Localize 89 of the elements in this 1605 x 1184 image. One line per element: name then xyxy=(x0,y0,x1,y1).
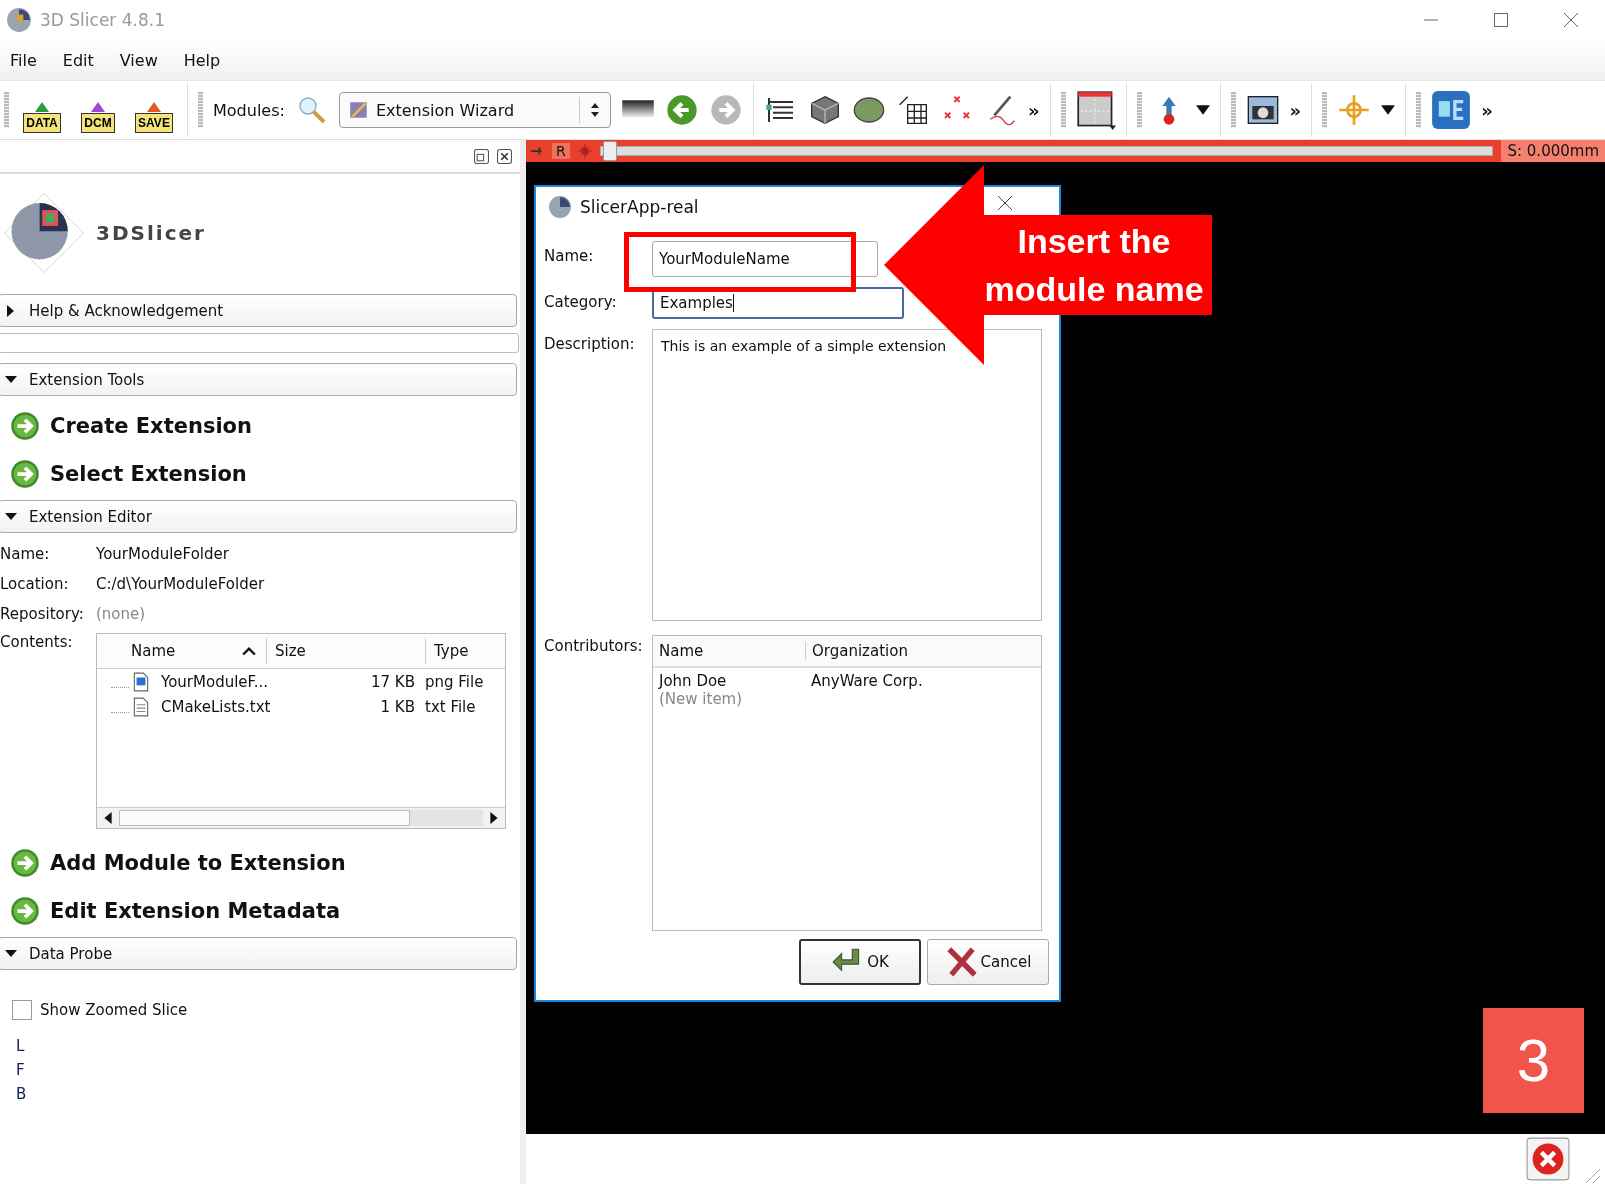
slice-slider-thumb[interactable] xyxy=(602,141,617,161)
orientation-label[interactable]: R xyxy=(552,143,570,159)
layout-icon[interactable] xyxy=(1075,90,1116,130)
probe-label: L xyxy=(16,1036,26,1056)
arrow-icon xyxy=(10,411,40,441)
camera-icon[interactable] xyxy=(1245,94,1280,126)
arrow-icon xyxy=(10,848,40,878)
column-header[interactable]: Type xyxy=(426,638,505,664)
field-value: YourModuleFolder xyxy=(96,545,229,563)
arrow-icon xyxy=(10,459,40,489)
more-tools-button[interactable]: » xyxy=(1481,99,1493,121)
app-logo-icon xyxy=(548,195,572,219)
spin-arrows-icon[interactable] xyxy=(589,101,600,119)
description-field[interactable]: This is an example of a simple extension xyxy=(652,329,1042,621)
column-header[interactable]: Size xyxy=(267,638,426,664)
error-icon[interactable] xyxy=(1525,1137,1571,1181)
more-tools-button[interactable]: » xyxy=(1027,99,1040,121)
checkbox-label: Show Zoomed Slice xyxy=(40,1001,188,1019)
field-label: Repository: xyxy=(0,605,85,623)
toolbar-button[interactable]: SAVE xyxy=(131,87,177,133)
section-header[interactable]: Extension Editor xyxy=(0,500,517,533)
more-tools-button[interactable]: » xyxy=(1289,99,1302,121)
maximize-icon[interactable] xyxy=(1493,12,1509,28)
arrow-icon xyxy=(10,896,40,926)
menu-item[interactable]: View xyxy=(119,50,158,70)
callout-text: Insert the xyxy=(1017,221,1171,262)
table-cell-text: txt File xyxy=(425,697,477,716)
table-cell-text: png File xyxy=(425,672,485,691)
field-label: Category: xyxy=(544,292,617,311)
column-header[interactable]: Name xyxy=(653,642,806,660)
table-cell-text: 1 KB xyxy=(379,697,415,716)
field-label: Description: xyxy=(544,334,635,353)
ok-button[interactable]: OK xyxy=(799,939,921,985)
caret-icon[interactable] xyxy=(1381,105,1396,115)
float-icon[interactable] xyxy=(474,148,489,164)
probe-label: F xyxy=(16,1060,26,1080)
callout-text: module name xyxy=(984,269,1204,310)
table-cell[interactable]: YourModuleF... xyxy=(161,672,351,691)
field-value: C:/d\YourModuleFolder xyxy=(96,575,265,593)
dialog-title: SlicerApp-real xyxy=(580,197,699,217)
table-cell[interactable]: John Doe xyxy=(653,672,805,690)
horizontal-scrollbar[interactable] xyxy=(97,807,505,828)
field-label: Location: xyxy=(0,575,70,593)
toolbar-button[interactable]: DATA xyxy=(19,87,65,133)
caret-icon[interactable] xyxy=(1195,105,1210,115)
table-cell[interactable]: AnyWare Corp. xyxy=(805,672,1041,690)
column-header[interactable]: Organization xyxy=(806,642,1041,660)
action-link[interactable]: Add Module to Extension xyxy=(50,851,346,875)
sort-caret-icon[interactable] xyxy=(242,646,256,656)
section-header[interactable]: Help & Acknowledgement xyxy=(0,294,517,327)
puzzle-icon xyxy=(347,99,370,121)
close-icon[interactable] xyxy=(1563,12,1579,28)
name-field[interactable]: YourModuleName xyxy=(652,241,878,277)
menu-item[interactable]: File xyxy=(10,50,37,70)
action-link[interactable]: Select Extension xyxy=(50,462,247,486)
image-file-icon xyxy=(133,671,149,692)
cancel-button[interactable]: Cancel xyxy=(927,939,1049,985)
menu-item[interactable]: Edit xyxy=(62,50,94,70)
category-field[interactable]: Examples xyxy=(652,287,904,319)
toolbar-button[interactable]: DCM xyxy=(75,87,121,133)
extension-icon[interactable] xyxy=(1431,90,1472,130)
scroll-left-icon[interactable] xyxy=(103,812,113,824)
checkbox[interactable] xyxy=(12,1000,32,1020)
logo-text: 3DSlicer xyxy=(96,221,206,245)
menu-item[interactable]: Help xyxy=(183,50,221,70)
field-label: Contributors: xyxy=(544,636,643,655)
close-icon[interactable] xyxy=(997,195,1013,211)
close-icon[interactable] xyxy=(497,148,512,164)
table-cell[interactable]: CMakeLists.txt xyxy=(161,697,351,716)
field-label: Contents: xyxy=(0,633,74,651)
step-badge: 3 xyxy=(1483,1008,1584,1113)
field-label: Name: xyxy=(0,545,51,563)
window-title: 3D Slicer 4.8.1 xyxy=(40,10,165,30)
slice-offset: S: 0.000mm xyxy=(1501,140,1605,162)
new-item-placeholder[interactable]: (New item) xyxy=(653,690,1041,708)
table-cell-text: 17 KB xyxy=(370,672,415,691)
scroll-right-icon[interactable] xyxy=(489,812,499,824)
action-link[interactable]: Edit Extension Metadata xyxy=(50,899,341,923)
app-logo-icon xyxy=(6,7,32,33)
section-header[interactable]: Extension Tools xyxy=(0,363,517,396)
text-file-icon xyxy=(133,696,149,717)
column-header[interactable]: Name xyxy=(97,638,267,664)
probe-label: B xyxy=(16,1084,28,1104)
section-header[interactable]: Data Probe xyxy=(0,937,517,970)
sphere-icon[interactable] xyxy=(851,94,886,126)
modules-label: Modules: xyxy=(213,100,285,120)
action-link[interactable]: Create Extension xyxy=(50,414,252,438)
module-select[interactable]: Extension Wizard xyxy=(338,92,611,128)
field-label: Name: xyxy=(544,246,594,265)
